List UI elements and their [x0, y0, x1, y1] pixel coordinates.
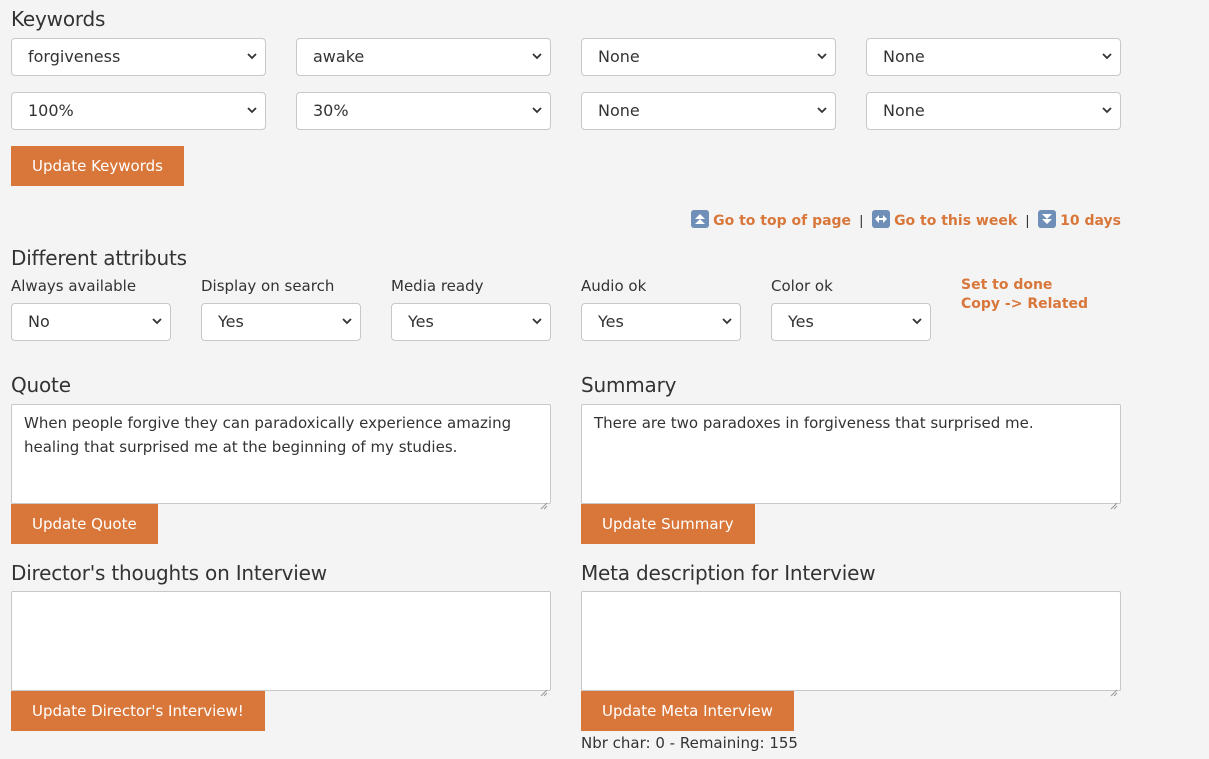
page-nav-links: Go to top of page | Go to this week | 10… [690, 210, 1121, 230]
arrows-horizontal-icon [871, 210, 890, 228]
chevron-down-icon [247, 52, 257, 60]
go-week-link[interactable]: Go to this week [894, 213, 1017, 229]
resize-grip-icon[interactable] [1110, 493, 1118, 510]
keyword-select-value: forgiveness [28, 47, 121, 66]
resize-grip-icon[interactable] [540, 680, 548, 697]
chevron-down-icon [1102, 106, 1112, 114]
audio-ok-label: Audio ok [581, 277, 647, 295]
keyword-select-4[interactable]: None [866, 38, 1121, 76]
color-ok-select[interactable]: Yes [771, 303, 931, 341]
meta-textarea[interactable] [581, 591, 1121, 697]
weight-select-value: None [598, 101, 640, 120]
quote-textarea[interactable]: When people forgive they can paradoxical… [11, 404, 551, 510]
chevron-down-icon [532, 317, 542, 325]
copy-related-link[interactable]: Copy -> Related [961, 296, 1088, 312]
select-value: No [28, 312, 50, 331]
director-textarea[interactable] [11, 591, 551, 697]
weight-select-value: None [883, 101, 925, 120]
weight-select-4[interactable]: None [866, 92, 1121, 130]
keyword-select-value: None [883, 47, 925, 66]
select-value: Yes [788, 312, 814, 331]
resize-grip-icon[interactable] [1110, 680, 1118, 697]
weight-select-value: 100% [28, 101, 74, 120]
weight-select-2[interactable]: 30% [296, 92, 551, 130]
keyword-select-1[interactable]: forgiveness [11, 38, 266, 76]
select-value: Yes [598, 312, 624, 331]
chevron-down-icon [817, 106, 827, 114]
display-search-select[interactable]: Yes [201, 303, 361, 341]
update-director-button[interactable]: Update Director's Interview! [11, 691, 265, 731]
select-value: Yes [218, 312, 244, 331]
weight-select-3[interactable]: None [581, 92, 836, 130]
update-summary-button[interactable]: Update Summary [581, 504, 755, 544]
always-available-label: Always available [11, 277, 137, 295]
summary-textarea[interactable]: There are two paradoxes in forgiveness t… [581, 404, 1121, 510]
update-keywords-button[interactable]: Update Keywords [11, 146, 184, 186]
summary-text: There are two paradoxes in forgiveness t… [594, 414, 1034, 432]
chevron-down-icon [247, 106, 257, 114]
media-ready-select[interactable]: Yes [391, 303, 551, 341]
nav-separator: | [859, 212, 864, 228]
update-quote-button[interactable]: Update Quote [11, 504, 158, 544]
always-available-select[interactable]: No [11, 303, 171, 341]
meta-title: Meta description for Interview [581, 561, 876, 585]
chevron-down-icon [817, 52, 827, 60]
nav-separator: | [1025, 212, 1030, 228]
color-ok-label: Color ok [771, 277, 833, 295]
meta-char-counter: Nbr char: 0 - Remaining: 155 [581, 734, 798, 752]
keyword-select-3[interactable]: None [581, 38, 836, 76]
attributes-title: Different attributs [11, 246, 187, 270]
chevron-down-icon [1102, 52, 1112, 60]
go-top-link[interactable]: Go to top of page [713, 213, 851, 229]
keyword-select-value: awake [313, 47, 365, 66]
weight-select-value: 30% [313, 101, 349, 120]
update-meta-button[interactable]: Update Meta Interview [581, 691, 794, 731]
keyword-select-value: None [598, 47, 640, 66]
set-done-link[interactable]: Set to done [961, 277, 1052, 293]
arrow-down-icon [1037, 210, 1056, 228]
chevron-down-icon [912, 317, 922, 325]
media-ready-label: Media ready [391, 277, 484, 295]
keyword-select-2[interactable]: awake [296, 38, 551, 76]
display-search-label: Display on search [201, 277, 335, 295]
chevron-down-icon [532, 52, 542, 60]
chevron-down-icon [152, 317, 162, 325]
keywords-title: Keywords [11, 7, 106, 31]
quote-text: When people forgive they can paradoxical… [24, 414, 512, 456]
summary-title: Summary [581, 373, 677, 397]
resize-grip-icon[interactable] [540, 493, 548, 510]
chevron-down-icon [342, 317, 352, 325]
audio-ok-select[interactable]: Yes [581, 303, 741, 341]
arrow-up-icon [690, 210, 709, 228]
select-value: Yes [408, 312, 434, 331]
director-title: Director's thoughts on Interview [11, 561, 327, 585]
weight-select-1[interactable]: 100% [11, 92, 266, 130]
chevron-down-icon [722, 317, 732, 325]
quote-title: Quote [11, 373, 71, 397]
ten-days-link[interactable]: 10 days [1060, 213, 1121, 229]
chevron-down-icon [532, 106, 542, 114]
